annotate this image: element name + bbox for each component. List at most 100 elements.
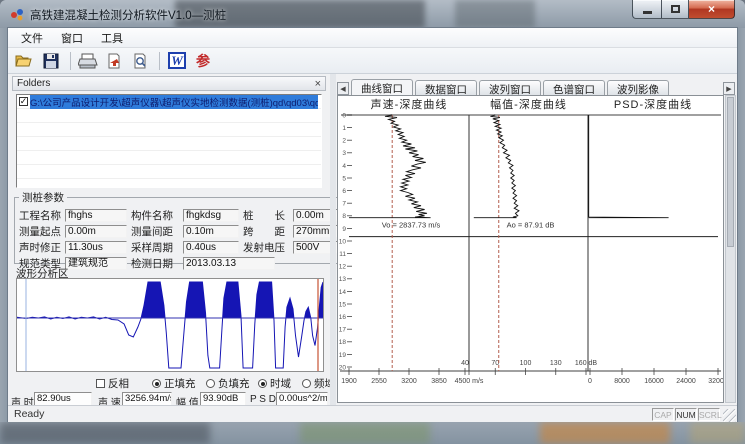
folders-panel-title: Folders (17, 78, 50, 89)
waveform-plot[interactable] (16, 278, 324, 372)
word-icon: W (168, 52, 186, 69)
param-label: 工程名称 (19, 208, 65, 223)
svg-text:0: 0 (588, 378, 592, 385)
param-value-input[interactable]: 0.40us (183, 241, 239, 254)
fill-negative-radio[interactable]: 负填充 (206, 376, 250, 391)
param-value-input[interactable]: 建筑规范 (65, 257, 127, 270)
parameters-button[interactable]: 参 (191, 50, 215, 71)
list-item-empty (17, 151, 321, 165)
folders-panel: Folders × ✓G:\公司产品设计开发\超声仪器\超声仪实地检测数据(测桩… (8, 74, 330, 405)
menu-item-2[interactable]: 工具 (92, 28, 132, 48)
scrollbar-thumb[interactable] (727, 97, 734, 247)
svg-text:8: 8 (342, 213, 346, 220)
tab-3[interactable]: 色谱窗口 (543, 80, 605, 95)
svg-text:130: 130 (550, 360, 562, 367)
radio-off-icon (302, 379, 311, 388)
reading-value-3[interactable]: 0.00us^2/m (276, 392, 328, 406)
word-export-button[interactable]: W (165, 50, 189, 71)
status-text: Ready (14, 408, 44, 420)
time-domain-label: 时域 (270, 376, 291, 391)
client-area: 文件窗口工具 W 参 (8, 28, 737, 422)
list-item[interactable]: ✓G:\公司产品设计开发\超声仪器\超声仪实地检测数据(测桩)qd\qd03\q… (17, 95, 321, 109)
menu-item-1[interactable]: 窗口 (52, 28, 92, 48)
open-file-button[interactable] (13, 50, 37, 71)
svg-text:160 dB: 160 dB (575, 360, 598, 367)
chart-panel: ◀曲线窗口数据窗口波列窗口色谱窗口波列影像▶ 01234567891011121… (336, 74, 737, 405)
item-path-label: G:\公司产品设计开发\超声仪器\超声仪实地检测数据(测桩)qd\qd03\qd… (30, 95, 318, 109)
param-value-input[interactable]: fhgkdsg (183, 209, 239, 222)
close-button[interactable]: × (689, 0, 735, 19)
close-icon: × (708, 2, 715, 16)
pile-params-title: 测桩参数 (19, 190, 67, 205)
maximize-button[interactable] (661, 0, 689, 19)
toolbar: W 参 (8, 48, 737, 74)
folders-panel-header: Folders × (12, 76, 326, 91)
menu-item-0[interactable]: 文件 (12, 28, 52, 48)
svg-text:Vo = 2837.73 m/s: Vo = 2837.73 m/s (382, 220, 441, 229)
svg-text:2550: 2550 (371, 378, 387, 385)
title-bar: 高铁建混凝土检测分析软件V1.0—测桩 × (0, 0, 745, 28)
print-preview-button[interactable] (128, 50, 152, 71)
svg-text:9: 9 (342, 226, 346, 233)
svg-text:1: 1 (342, 125, 346, 132)
svg-text:11: 11 (339, 251, 346, 258)
folders-close-icon[interactable]: × (315, 79, 321, 89)
svg-text:声速-深度曲线: 声速-深度曲线 (371, 97, 448, 111)
param-label: 构件名称 (131, 208, 183, 223)
folders-list[interactable]: ✓G:\公司产品设计开发\超声仪器\超声仪实地检测数据(测桩)qd\qd03\q… (16, 94, 322, 188)
svg-text:3850: 3850 (431, 378, 447, 385)
minimize-button[interactable] (632, 0, 661, 19)
page-export-icon (106, 53, 122, 69)
resize-grip[interactable] (723, 409, 736, 422)
invert-checkbox[interactable]: 反相 (96, 376, 129, 391)
minimize-icon (643, 11, 652, 14)
tab-4[interactable]: 波列影像 (607, 80, 669, 95)
svg-text:18: 18 (339, 339, 347, 346)
tab-1[interactable]: 数据窗口 (415, 80, 477, 95)
svg-text:幅值-深度曲线: 幅值-深度曲线 (490, 97, 567, 111)
reading-value-1[interactable]: 3256.94m/s (122, 392, 172, 406)
time-domain-radio[interactable]: 时域 (258, 376, 291, 391)
waveform-controls: 反相 正填充 负填充 时域 频域 (8, 376, 330, 390)
export-report-button[interactable] (102, 50, 126, 71)
svg-text:24000: 24000 (676, 378, 696, 385)
tab-scroll-left-icon[interactable]: ◀ (337, 82, 349, 95)
param-row: 测量起点0.00m测量间距0.10m跨 距270mm (15, 223, 343, 239)
window-frame-right (737, 28, 745, 422)
svg-text:3: 3 (342, 150, 346, 157)
svg-text:1900: 1900 (341, 378, 357, 385)
status-indicator-num: NUM (675, 408, 697, 421)
tab-2[interactable]: 波列窗口 (479, 80, 541, 95)
print-button[interactable] (76, 50, 100, 71)
radio-on-icon (258, 379, 267, 388)
list-item-empty (17, 109, 321, 123)
svg-text:19: 19 (339, 352, 347, 359)
workspace: Folders × ✓G:\公司产品设计开发\超声仪器\超声仪实地检测数据(测桩… (8, 74, 737, 405)
svg-text:0: 0 (342, 112, 346, 119)
vertical-scrollbar[interactable] (725, 95, 736, 403)
fill-positive-radio[interactable]: 正填充 (152, 376, 196, 391)
tab-scroll-right-icon[interactable]: ▶ (723, 82, 735, 95)
param-value-input[interactable]: fhghs (65, 209, 127, 222)
preview-icon (132, 53, 148, 69)
svg-text:15: 15 (339, 301, 347, 308)
svg-text:2: 2 (342, 138, 346, 145)
window-frame-left (0, 28, 8, 422)
param-value-input[interactable]: 2013.03.13 (183, 257, 275, 270)
tab-0[interactable]: 曲线窗口 (351, 79, 413, 95)
svg-text:20: 20 (339, 364, 347, 371)
pile-params-group: 测桩参数 工程名称fhghs构件名称fhgkdsg桩 长0.00m测量起点0.0… (14, 190, 344, 264)
glass-blur-decoration (540, 422, 670, 444)
param-value-input[interactable]: 0.00m (65, 225, 127, 238)
svg-text:16000: 16000 (644, 378, 664, 385)
save-button[interactable] (39, 50, 63, 71)
reading-value-0[interactable]: 82.90us (34, 392, 92, 406)
reading-value-2[interactable]: 93.90dB (200, 392, 246, 406)
item-checkbox-icon[interactable]: ✓ (19, 97, 28, 106)
param-value-input[interactable]: 11.30us (65, 241, 127, 254)
svg-text:32000: 32000 (708, 378, 723, 385)
param-row: 工程名称fhghs构件名称fhgkdsg桩 长0.00m (15, 207, 343, 223)
param-value-input[interactable]: 0.10m (183, 225, 239, 238)
list-item-empty (17, 137, 321, 151)
open-folder-icon (15, 53, 35, 69)
